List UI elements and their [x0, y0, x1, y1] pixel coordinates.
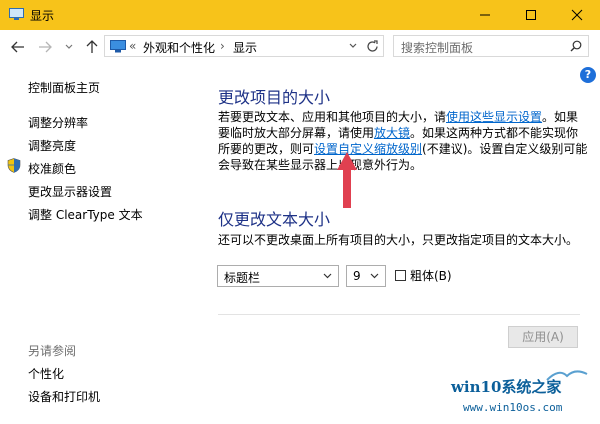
watermark-title: win10系统之家 [451, 378, 562, 396]
title-bar[interactable]: 显示 [0, 0, 600, 30]
close-icon [571, 9, 583, 21]
close-button[interactable] [554, 0, 600, 30]
window-title: 显示 [30, 9, 55, 23]
maximize-button[interactable] [508, 0, 554, 30]
arrow-right-icon [39, 41, 52, 53]
sidebar-item-brightness[interactable]: 调整亮度 [28, 137, 76, 154]
address-bar[interactable]: « 外观和个性化 › 显示 [104, 35, 384, 57]
breadcrumb-display[interactable]: 显示 [233, 39, 257, 56]
search-placeholder: 搜索控制面板 [401, 41, 474, 55]
font-size-select[interactable]: 9 [346, 265, 386, 287]
sidebar-item-cleartype[interactable]: 调整 ClearType 文本 [28, 206, 143, 223]
breadcrumb-appearance[interactable]: 外观和个性化 [143, 39, 215, 56]
custom-scaling-link[interactable]: 设置自定义缩放级别 [314, 142, 422, 156]
see-also-personalization[interactable]: 个性化 [28, 365, 64, 382]
control-panel-icon [110, 40, 126, 53]
chevron-down-icon [370, 273, 379, 279]
divider [218, 314, 580, 315]
red-arrow-annotation [337, 152, 357, 208]
chevron-down-icon[interactable] [349, 43, 357, 49]
maximize-icon [526, 10, 536, 20]
sidebar-home-link[interactable]: 控制面板主页 [28, 79, 100, 96]
sidebar-item-display-settings[interactable]: 更改显示器设置 [28, 183, 112, 200]
text-size-description: 还可以不更改桌面上所有项目的大小，只更改指定项目的文本大小。 [218, 233, 579, 247]
help-button[interactable]: ? [580, 67, 596, 83]
arrow-left-icon [11, 41, 24, 53]
see-also-devices-printers[interactable]: 设备和打印机 [28, 388, 100, 405]
item-select-value: 标题栏 [224, 271, 261, 285]
item-size-description: 若要更改文本、应用和其他项目的大小，请使用这些显示设置。如果要临时放大部分屏幕，… [218, 110, 588, 172]
forward-button[interactable] [36, 38, 54, 56]
sidebar-item-resolution[interactable]: 调整分辨率 [28, 114, 88, 131]
breadcrumb-overflow[interactable]: « [129, 39, 136, 53]
recent-locations-button[interactable] [60, 38, 78, 56]
shield-icon [7, 158, 21, 173]
magnifier-link[interactable]: 放大镜 [374, 126, 410, 140]
arrow-up-icon [86, 40, 98, 53]
up-button[interactable] [83, 38, 101, 56]
sidebar-item-calibrate-color[interactable]: 校准颜色 [28, 160, 76, 177]
minimize-button[interactable] [462, 0, 508, 30]
display-window-icon [9, 8, 24, 20]
display-settings-link[interactable]: 使用这些显示设置 [446, 110, 542, 124]
watermark-url: www.win10os.com [463, 401, 563, 414]
font-size-value: 9 [353, 269, 361, 283]
see-also-heading: 另请参阅 [28, 344, 77, 358]
chevron-down-icon [323, 273, 332, 279]
help-icon: ? [584, 68, 592, 81]
minimize-icon [480, 14, 490, 16]
search-icon[interactable] [570, 40, 582, 52]
back-button[interactable] [9, 38, 27, 56]
breadcrumb-separator-icon[interactable]: › [220, 39, 225, 53]
section-title-text-size: 仅更改文本大小 [218, 210, 331, 229]
refresh-icon[interactable] [366, 40, 379, 53]
chevron-down-icon [65, 44, 73, 49]
section-title-item-size: 更改项目的大小 [218, 88, 331, 107]
apply-button[interactable]: 应用(A) [508, 326, 578, 348]
bold-checkbox[interactable] [395, 270, 406, 281]
bold-checkbox-label[interactable]: 粗体(B) [410, 267, 452, 284]
item-select[interactable]: 标题栏 [217, 265, 339, 287]
watermark: win10系统之家 www.win10os.com [445, 370, 595, 420]
search-box[interactable]: 搜索控制面板 [393, 35, 589, 57]
